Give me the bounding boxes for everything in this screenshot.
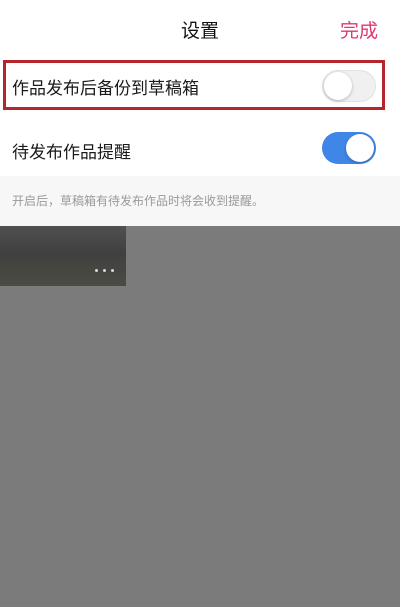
- dot: [95, 269, 98, 272]
- done-button[interactable]: 完成: [340, 16, 378, 43]
- hint-text: 开启后，草稿箱有待发布作品时将会收到提醒。: [12, 194, 265, 208]
- draft-thumbnail[interactable]: [0, 226, 126, 286]
- dot: [103, 269, 106, 272]
- pending-reminder-toggle[interactable]: [322, 132, 376, 164]
- setting-label: 待发布作品提醒: [12, 143, 131, 163]
- toggle-knob: [324, 72, 352, 100]
- settings-screen: 设置 完成 作品发布后备份到草稿箱 待发布作品提醒 开启后，草稿箱有待发布作品时…: [0, 0, 400, 607]
- more-dots-icon[interactable]: [94, 268, 116, 274]
- hint-section: 开启后，草稿箱有待发布作品时将会收到提醒。: [0, 176, 400, 226]
- dot: [111, 269, 114, 272]
- nav-bar: 设置 完成: [0, 0, 400, 54]
- toggle-knob: [346, 134, 374, 162]
- backup-to-drafts-toggle[interactable]: [322, 70, 376, 102]
- setting-label: 作品发布后备份到草稿箱: [12, 79, 199, 99]
